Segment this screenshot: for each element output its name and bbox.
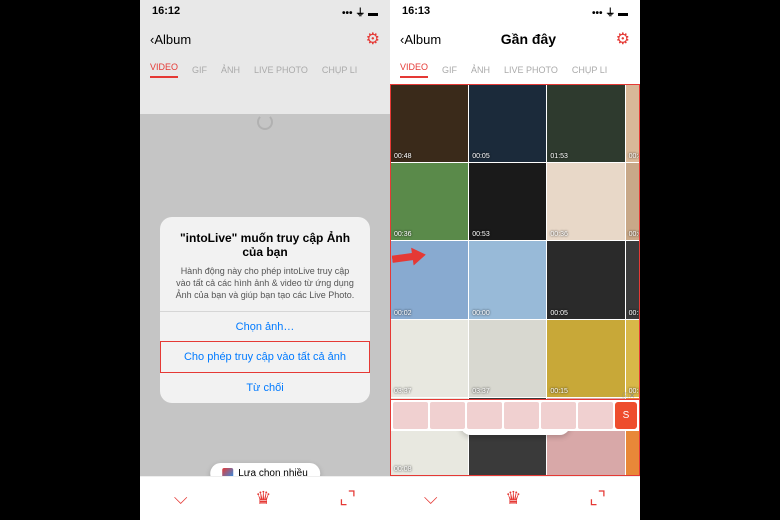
back-button[interactable]: ‹ Album <box>400 32 441 47</box>
duration-label: 00:53 <box>629 310 639 317</box>
video-thumbnail[interactable]: 00:36 <box>391 163 468 240</box>
wifi-icon[interactable]: ⌵ <box>424 488 438 509</box>
video-thumbnail[interactable]: 00:46 <box>626 85 639 162</box>
duration-label: 00:02 <box>394 310 412 317</box>
phone-right: 16:13 ••• ⏚ ▬ ‹ Album Gần đây ⚙ VIDEO GI… <box>390 0 640 520</box>
tab-image[interactable]: ẢNH <box>471 65 490 75</box>
video-thumbnail[interactable]: 00:53 <box>626 241 639 318</box>
status-time: 16:12 <box>152 5 180 17</box>
tab-image[interactable]: ẢNH <box>221 65 240 75</box>
alert-title: "intoLive" muốn truy cập Ảnh của bạn <box>174 231 356 259</box>
annotation-arrow-icon <box>392 248 426 266</box>
duration-label: 00:15 <box>550 388 568 395</box>
video-thumbnail[interactable]: 00:15 <box>547 320 624 397</box>
duration-label: 00:46 <box>629 153 639 160</box>
back-button[interactable]: ‹ Album <box>150 32 191 47</box>
crown-icon[interactable]: ♛ <box>505 488 521 509</box>
tab-livephoto[interactable]: LIVE PHOTO <box>504 65 558 75</box>
select-photos-button[interactable]: Chọn ảnh… <box>160 311 370 342</box>
camera-icon[interactable]: ⌞⌝ <box>589 488 606 509</box>
nav-header: ‹ Album ⚙ <box>140 22 390 56</box>
status-icons: ••• ⏚ ▬ <box>592 4 628 19</box>
back-label: Album <box>154 32 191 47</box>
allow-all-button[interactable]: Cho phép truy cập vào tất cả ảnh <box>160 341 370 373</box>
ad-strip[interactable]: ⓘ✕ S <box>391 399 639 431</box>
tab-video[interactable]: VIDEO <box>150 62 178 78</box>
alert-message: Hành động này cho phép intoLive truy cập… <box>174 265 356 301</box>
video-thumbnail[interactable]: 00:15 <box>626 320 639 397</box>
ad-info-icon[interactable]: ⓘ✕ <box>622 391 635 401</box>
status-bar: 16:13 ••• ⏚ ▬ <box>390 0 640 22</box>
duration-label: 00:00 <box>472 310 490 317</box>
ad-item[interactable] <box>578 402 613 429</box>
duration-label: 03:37 <box>394 388 412 395</box>
duration-label: 00:04 <box>629 231 639 238</box>
ad-item[interactable] <box>467 402 502 429</box>
gear-icon[interactable]: ⚙ <box>366 29 380 49</box>
status-icons: ••• ⏚ ▬ <box>342 4 378 19</box>
duration-label: 01:53 <box>550 153 568 160</box>
duration-label: 00:08 <box>394 466 412 473</box>
ad-item[interactable] <box>393 402 428 429</box>
content-area: "intoLive" muốn truy cập Ảnh của bạn Hàn… <box>140 114 390 506</box>
back-label: Album <box>404 32 441 47</box>
video-thumbnail[interactable]: 03:37 <box>469 320 546 397</box>
video-thumbnail[interactable]: 00:53 <box>469 163 546 240</box>
nav-header: ‹ Album Gần đây ⚙ <box>390 22 640 56</box>
crown-icon[interactable]: ♛ <box>255 488 271 509</box>
video-thumbnail[interactable]: 00:00 <box>469 241 546 318</box>
media-tabs: VIDEO GIF ẢNH LIVE PHOTO CHỤP LI <box>390 56 640 84</box>
video-thumbnail[interactable]: 01:53 <box>547 85 624 162</box>
status-time: 16:13 <box>402 5 430 17</box>
video-thumbnail[interactable]: 00:04 <box>626 163 639 240</box>
tab-gif[interactable]: GIF <box>442 65 457 75</box>
gear-icon[interactable]: ⚙ <box>616 29 630 49</box>
video-thumbnail[interactable]: 00:05 <box>469 85 546 162</box>
permission-alert: "intoLive" muốn truy cập Ảnh của bạn Hàn… <box>160 217 370 403</box>
tab-livephoto[interactable]: LIVE PHOTO <box>254 65 308 75</box>
media-tabs: VIDEO GIF ẢNH LIVE PHOTO CHỤP LI <box>140 56 390 84</box>
gallery-area: 00:48 00:05 01:53 00:46 00:36 00:53 00:36 00:04… <box>390 84 640 476</box>
video-thumbnail[interactable]: 00:48 <box>391 85 468 162</box>
ad-item[interactable] <box>430 402 465 429</box>
ad-item[interactable] <box>504 402 539 429</box>
phone-left: 16:12 ••• ⏚ ▬ ‹ Album ⚙ VIDEO GIF ẢNH LI… <box>140 0 390 520</box>
status-bar: 16:12 ••• ⏚ ▬ <box>140 0 390 22</box>
bottom-bar: ⌵ ♛ ⌞⌝ <box>140 476 390 520</box>
duration-label: 00:48 <box>394 153 412 160</box>
duration-label: 00:36 <box>550 231 568 238</box>
deny-button[interactable]: Từ chối <box>160 372 370 403</box>
tab-gif[interactable]: GIF <box>192 65 207 75</box>
page-title: Gần đây <box>501 31 556 47</box>
permission-overlay: "intoLive" muốn truy cập Ảnh của bạn Hàn… <box>140 114 390 506</box>
ad-item[interactable] <box>541 402 576 429</box>
video-thumbnail[interactable]: 00:36 <box>547 163 624 240</box>
duration-label: 00:05 <box>550 310 568 317</box>
ad-shop-icon[interactable]: S <box>615 402 637 429</box>
video-thumbnail[interactable]: 00:05 <box>547 241 624 318</box>
camera-icon[interactable]: ⌞⌝ <box>339 488 356 509</box>
video-thumbnail[interactable]: 03:37 <box>391 320 468 397</box>
duration-label: 03:37 <box>472 388 490 395</box>
duration-label: 00:53 <box>472 231 490 238</box>
duration-label: 00:05 <box>472 153 490 160</box>
duration-label: 00:36 <box>394 231 412 238</box>
tab-video[interactable]: VIDEO <box>400 62 428 78</box>
wifi-icon[interactable]: ⌵ <box>174 488 188 509</box>
bottom-bar: ⌵ ♛ ⌞⌝ <box>390 476 640 520</box>
tab-capture[interactable]: CHỤP LI <box>322 65 357 75</box>
tab-capture[interactable]: CHỤP LI <box>572 65 607 75</box>
